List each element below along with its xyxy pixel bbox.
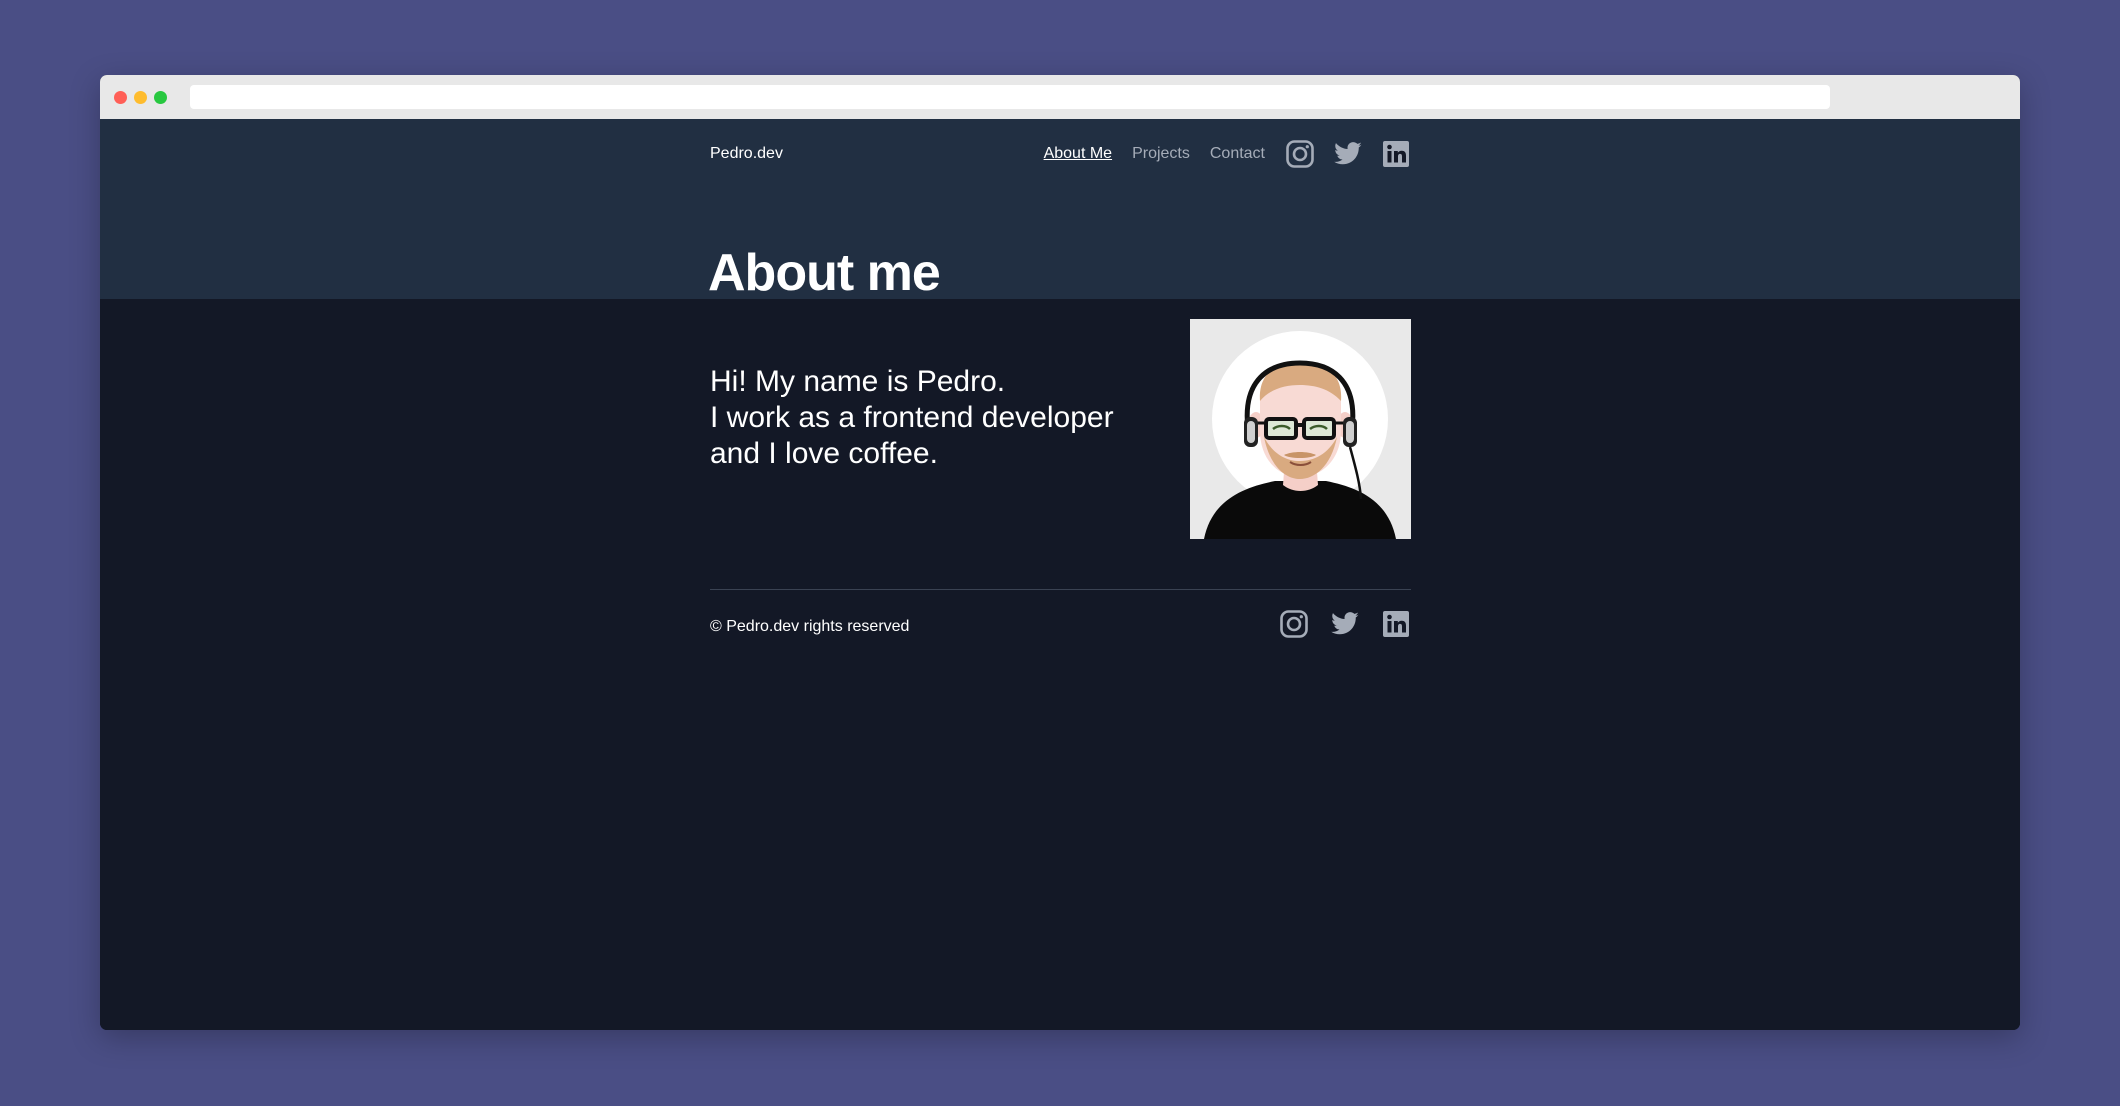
nav-about-me[interactable]: About Me	[1044, 145, 1112, 163]
intro-line: Hi! My name is Pedro.	[710, 365, 1006, 398]
nav-links: About Me Projects Contact	[1044, 137, 1411, 171]
content-container: Pedro.dev About Me Projects Contact Abou…	[708, 119, 1411, 1030]
nav-projects[interactable]: Projects	[1132, 145, 1190, 163]
browser-window: Pedro.dev About Me Projects Contact Abou…	[100, 75, 2020, 1030]
linkedin-icon[interactable]	[1381, 609, 1411, 639]
navbar: Pedro.dev About Me Projects Contact	[710, 119, 1411, 189]
intro-text: Hi! My name is Pedro. I work as a fronte…	[710, 364, 1130, 472]
twitter-icon[interactable]	[1333, 139, 1363, 169]
nav-contact[interactable]: Contact	[1210, 145, 1265, 163]
close-window-button[interactable]	[114, 91, 127, 104]
footer-divider	[710, 589, 1411, 590]
browser-toolbar	[100, 75, 2020, 119]
address-bar[interactable]	[190, 85, 1830, 109]
maximize-window-button[interactable]	[154, 91, 167, 104]
intro-line: I work as a frontend developer	[710, 401, 1114, 434]
instagram-icon[interactable]	[1285, 139, 1315, 169]
page: Pedro.dev About Me Projects Contact Abou…	[100, 119, 2020, 1030]
brand-logo[interactable]: Pedro.dev	[710, 145, 783, 163]
avatar-illustration	[1190, 319, 1411, 539]
minimize-window-button[interactable]	[134, 91, 147, 104]
avatar	[1190, 319, 1411, 539]
page-title: About me	[708, 244, 941, 302]
linkedin-icon[interactable]	[1381, 139, 1411, 169]
intro-line: and I love coffee.	[710, 437, 938, 470]
footer: © Pedro.dev rights reserved	[710, 606, 1411, 646]
instagram-icon[interactable]	[1279, 609, 1309, 639]
footer-social-icons	[1279, 609, 1411, 639]
twitter-icon[interactable]	[1330, 609, 1360, 639]
copyright-text: © Pedro.dev rights reserved	[710, 618, 910, 635]
